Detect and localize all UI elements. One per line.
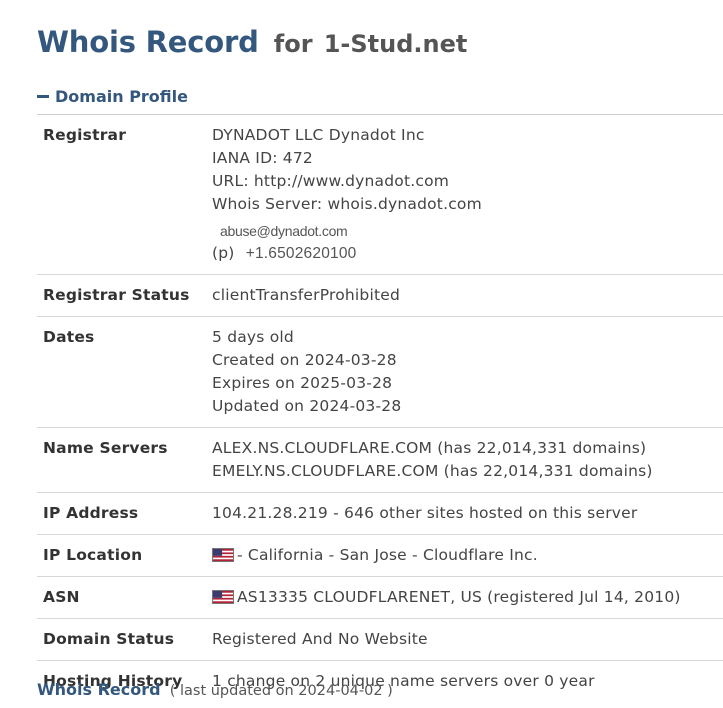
updated-date: Updated on 2024-03-28 — [212, 397, 402, 415]
registrar-whois-server: Whois Server: whois.dynadot.com — [212, 195, 482, 213]
us-flag-icon — [212, 590, 234, 604]
footer-updated: ( last updated on 2024-04-02 ) — [169, 683, 393, 699]
footer-title: Whois Record — [37, 680, 161, 699]
domain-profile-toggle[interactable]: Domain Profile — [37, 86, 188, 106]
registrar-status-value: clientTransferProhibited — [212, 274, 723, 317]
ip-address-value[interactable]: 104.21.28.219 - 646 other sites hosted o… — [212, 492, 723, 535]
created-date: Created on 2024-03-28 — [212, 351, 397, 369]
asn-label: ASN — [37, 576, 212, 619]
title-domain: 1-Stud.net — [323, 30, 468, 58]
title-main: Whois Record — [37, 25, 259, 59]
row-dates: Dates 5 days old Created on 2024-03-28 E… — [37, 316, 723, 428]
registrar-status-label: Registrar Status — [37, 274, 212, 317]
ip-address-label: IP Address — [37, 492, 212, 535]
registrar-value: DYNADOT LLC Dynadot Inc IANA ID: 472 URL… — [212, 115, 723, 275]
domain-age: 5 days old — [212, 328, 294, 346]
domain-profile-label: Domain Profile — [55, 86, 188, 106]
name-servers-value: ALEX.NS.CLOUDFLARE.COM (has 22,014,331 d… — [212, 427, 723, 493]
row-name-servers: Name Servers ALEX.NS.CLOUDFLARE.COM (has… — [37, 427, 723, 493]
phone-label: (p) — [212, 244, 235, 262]
minus-icon[interactable] — [37, 94, 49, 98]
expires-date: Expires on 2025-03-28 — [212, 374, 393, 392]
dates-label: Dates — [37, 316, 212, 428]
name-server-2[interactable]: EMELY.NS.CLOUDFLARE.COM (has 22,014,331 … — [212, 460, 723, 483]
asn-value: AS13335 CLOUDFLARENET, US (registered Ju… — [212, 576, 723, 619]
registrar-phone: (p) +1.6502620100 — [212, 242, 723, 265]
ip-location-text: - California - San Jose - Cloudflare Inc… — [237, 546, 538, 564]
us-flag-icon — [212, 548, 234, 562]
row-asn: ASN AS13335 CLOUDFLARENET, US (registere… — [37, 576, 723, 619]
dates-value: 5 days old Created on 2024-03-28 Expires… — [212, 316, 723, 428]
registrar-label: Registrar — [37, 115, 212, 275]
registrar-url[interactable]: URL: http://www.dynadot.com — [212, 170, 723, 193]
registrar-name: DYNADOT LLC Dynadot Inc — [212, 126, 425, 144]
page-title: Whois Record for 1-Stud.net — [37, 22, 467, 60]
asn-text: AS13335 CLOUDFLARENET, US (registered Ju… — [237, 588, 681, 606]
row-registrar: Registrar DYNADOT LLC Dynadot Inc IANA I… — [37, 115, 723, 275]
name-servers-label: Name Servers — [37, 427, 212, 493]
registrar-email: abuse@dynadot.com — [220, 223, 348, 239]
row-registrar-status: Registrar Status clientTransferProhibite… — [37, 274, 723, 317]
registrar-iana: IANA ID: 472 — [212, 149, 313, 167]
phone-number: +1.6502620100 — [245, 245, 357, 262]
row-ip-location: IP Location - California - San Jose - Cl… — [37, 534, 723, 577]
row-domain-status: Domain Status Registered And No Website — [37, 618, 723, 661]
ip-location-value: - California - San Jose - Cloudflare Inc… — [212, 534, 723, 577]
title-for: for — [273, 30, 313, 58]
ip-location-label: IP Location — [37, 534, 212, 577]
domain-profile-table: Registrar DYNADOT LLC Dynadot Inc IANA I… — [37, 115, 723, 702]
row-ip-address: IP Address 104.21.28.219 - 646 other sit… — [37, 492, 723, 535]
name-server-1[interactable]: ALEX.NS.CLOUDFLARE.COM (has 22,014,331 d… — [212, 437, 723, 460]
whois-record-footer: Whois Record ( last updated on 2024-04-0… — [37, 680, 393, 699]
domain-status-label: Domain Status — [37, 618, 212, 661]
domain-status-value: Registered And No Website — [212, 618, 723, 661]
